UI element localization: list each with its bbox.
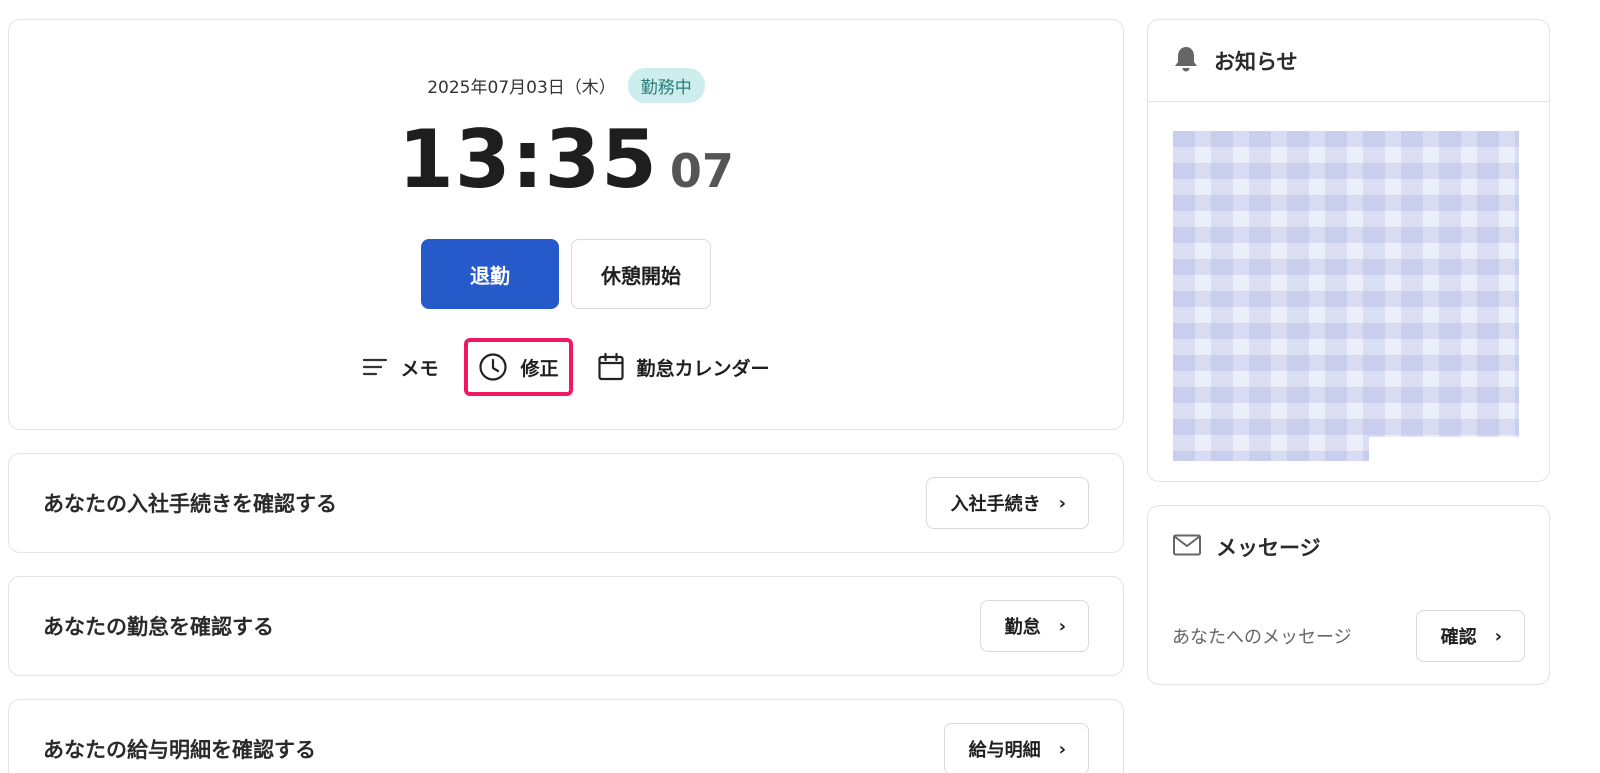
chevron-right-icon: › — [1494, 625, 1502, 647]
punch-buttons: 退勤 休憩開始 — [9, 239, 1123, 309]
calendar-action[interactable]: 勤怠カレンダー — [597, 352, 770, 382]
chevron-right-icon: › — [1058, 492, 1066, 514]
clock-icon — [478, 352, 508, 382]
memo-lines-icon — [362, 356, 388, 378]
attendance-row: あなたの勤怠を確認する 勤怠 › — [8, 576, 1124, 676]
notice-content-blurred — [1173, 131, 1519, 461]
notice-title: お知らせ — [1214, 49, 1298, 74]
correction-label: 修正 — [520, 357, 559, 380]
attendance-button-label: 勤怠 — [1004, 617, 1041, 638]
payslip-button[interactable]: 給与明細 › — [943, 723, 1089, 773]
message-confirm-button[interactable]: 確認 › — [1415, 610, 1525, 662]
bell-icon — [1172, 44, 1200, 78]
onboarding-button[interactable]: 入社手続き › — [925, 477, 1089, 529]
clock-out-button[interactable]: 退勤 — [421, 239, 559, 309]
time-display: 13:35 07 — [9, 120, 1123, 200]
message-card: メッセージ あなたへのメッセージ 確認 › — [1147, 505, 1550, 685]
onboarding-title: あなたの入社手続きを確認する — [43, 492, 337, 516]
message-header: メッセージ — [1148, 506, 1549, 588]
memo-label: メモ — [400, 357, 439, 380]
envelope-icon — [1172, 533, 1202, 561]
payslip-title: あなたの給与明細を確認する — [43, 738, 316, 762]
message-row: あなたへのメッセージ 確認 › — [1172, 610, 1525, 662]
onboarding-button-label: 入社手続き — [950, 494, 1041, 515]
message-text: あなたへのメッセージ — [1172, 627, 1352, 648]
attendance-title: あなたの勤怠を確認する — [43, 615, 274, 639]
date-text: 2025年07月03日（木） — [427, 78, 616, 98]
calendar-label: 勤怠カレンダー — [636, 357, 770, 380]
notice-card: お知らせ — [1147, 19, 1550, 482]
memo-action[interactable]: メモ — [362, 354, 438, 381]
action-row: メモ 修正 勤怠カレンダー — [9, 338, 1123, 396]
start-break-button[interactable]: 休憩開始 — [571, 239, 711, 309]
payslip-row: あなたの給与明細を確認する 給与明細 › — [8, 699, 1124, 773]
chevron-right-icon: › — [1058, 738, 1066, 760]
time-seconds: 07 — [669, 144, 734, 198]
correction-action[interactable]: 修正 — [464, 338, 573, 396]
date-row: 2025年07月03日（木） 勤務中 — [9, 68, 1123, 103]
calendar-icon — [597, 352, 625, 382]
onboarding-row: あなたの入社手続きを確認する 入社手続き › — [8, 453, 1124, 553]
message-title: メッセージ — [1216, 536, 1321, 560]
notice-header: お知らせ — [1148, 20, 1549, 102]
status-badge: 勤務中 — [627, 68, 705, 103]
clock-card: 2025年07月03日（木） 勤務中 13:35 07 退勤 休憩開始 メモ 修… — [8, 19, 1124, 430]
attendance-button[interactable]: 勤怠 › — [979, 600, 1089, 652]
chevron-right-icon: › — [1058, 615, 1066, 637]
time-hours-minutes: 13:35 — [398, 113, 658, 206]
payslip-button-label: 給与明細 — [968, 740, 1041, 761]
message-confirm-label: 確認 — [1440, 627, 1477, 648]
